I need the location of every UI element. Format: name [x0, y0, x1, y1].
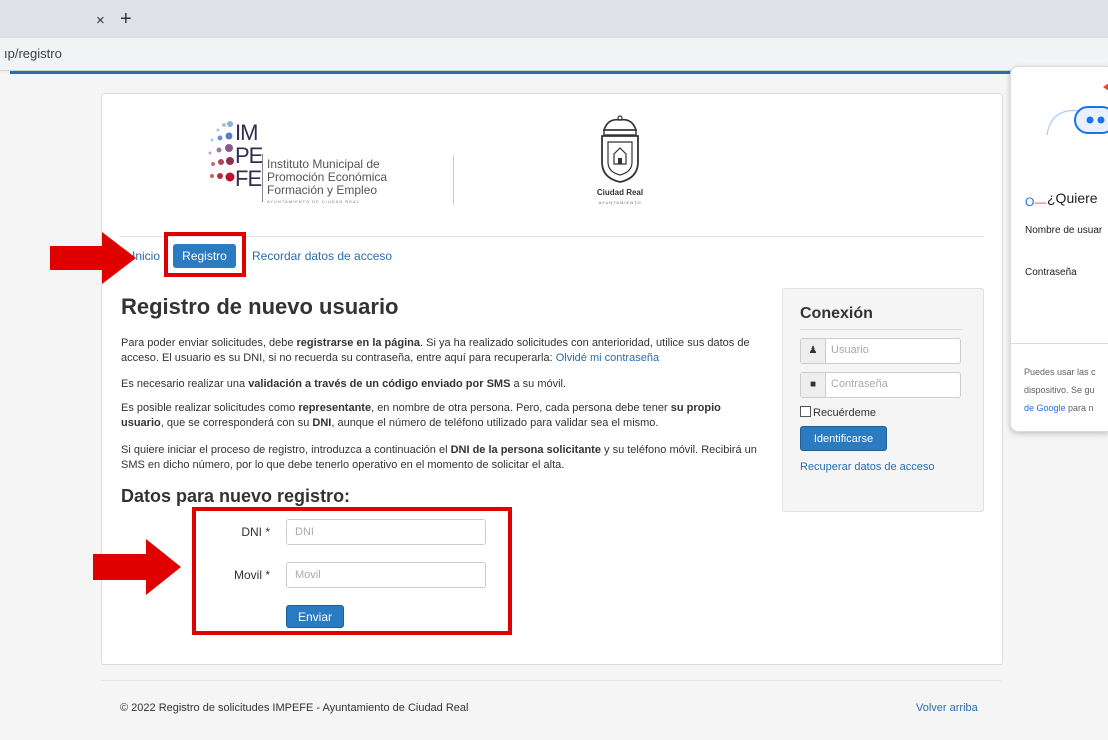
impefe-logo: IM PE FE Instituto Municipal de Promoció… [200, 120, 420, 210]
header-divider [120, 236, 984, 237]
login-password-field[interactable]: ■ Contraseña [800, 372, 961, 398]
form-section-title: Datos para nuevo registro: [121, 486, 351, 506]
lock-icon: ■ [801, 373, 826, 397]
password-illustration-icon [1011, 67, 1108, 197]
popup-footer-text: Puedes usar las c dispositivo. Se gu de … [1024, 367, 1096, 413]
popup-username-label: Nombre de usuar [1025, 225, 1103, 236]
intro-paragraph-4: Si quiere iniciar el proceso de registro… [121, 444, 757, 471]
impefe-line-1: Instituto Municipal de [267, 157, 380, 171]
logo-divider [453, 155, 454, 205]
arrow-right-icon [93, 539, 181, 595]
back-to-top-link[interactable]: Volver arriba [916, 702, 978, 714]
key-icon: O— [1025, 195, 1047, 209]
impefe-sub: AYUNTAMIENTO DE CIUDAD REAL [267, 199, 360, 204]
intro-paragraph-3: Es posible realizar solicitudes como rep… [121, 402, 721, 429]
user-icon: ♟ [801, 339, 826, 363]
arrow-right-icon [50, 232, 136, 284]
popup-password-label: Contraseña [1025, 267, 1077, 278]
new-tab-icon[interactable]: + [120, 8, 132, 31]
nav-recordar-link[interactable]: Recordar datos de acceso [252, 249, 392, 263]
page-title: Registro de nuevo usuario [121, 294, 399, 319]
impefe-letters-3: FE [235, 166, 262, 191]
password-save-popup: O— ¿Quiere Nombre de usuar Contraseña Pu… [1010, 66, 1108, 432]
form-highlight-box [192, 507, 512, 635]
ciudad-real-name: Ciudad Real [596, 188, 644, 197]
ciudad-real-sub: AYUNTAMIENTO [598, 200, 642, 205]
nav-inicio-link[interactable]: Inicio [132, 249, 160, 263]
browser-tabstrip: × + [0, 0, 1108, 38]
recover-access-link[interactable]: Recuperar datos de acceso [800, 461, 935, 473]
login-divider [800, 329, 962, 330]
impefe-line-3: Formación y Empleo [267, 183, 378, 197]
impefe-line-2: Promoción Económica [267, 170, 388, 184]
checkbox-icon[interactable] [800, 406, 811, 417]
google-account-link[interactable]: de Google [1024, 403, 1066, 413]
login-user-field[interactable]: ♟ Usuario [800, 338, 961, 364]
footer-divider [101, 680, 1001, 681]
coat-of-arms-icon [601, 115, 639, 183]
ciudad-real-logo: Ciudad Real AYUNTAMIENTO [580, 112, 660, 212]
identificarse-button[interactable]: Identificarse [800, 426, 887, 451]
forgot-password-link[interactable]: Olvidé mi contraseña [556, 352, 659, 364]
remember-me-label: Recuérdeme [813, 407, 876, 419]
url-text[interactable]: ıp/registro [4, 46, 62, 61]
popup-divider [1011, 343, 1108, 344]
address-bar[interactable]: ıp/registro [0, 38, 1108, 71]
login-panel: Conexión ♟ Usuario ■ Contraseña Recuérde… [782, 288, 984, 512]
impefe-logo-rule [262, 154, 263, 202]
intro-paragraph-2: Es necesario realizar una validación a t… [121, 378, 567, 390]
registro-highlight-box [164, 232, 246, 277]
login-user-placeholder: Usuario [831, 344, 869, 356]
tab-close-icon[interactable]: × [96, 12, 105, 29]
remember-me-checkbox[interactable]: Recuérdeme [800, 406, 876, 419]
footer-copyright: © 2022 Registro de solicitudes IMPEFE - … [120, 702, 469, 714]
login-title: Conexión [800, 305, 873, 322]
intro-paragraph-1: Para poder enviar solicitudes, debe regi… [121, 337, 750, 364]
login-password-placeholder: Contraseña [831, 378, 888, 390]
popup-title: ¿Quiere [1047, 190, 1098, 206]
impefe-dots-icon [208, 121, 235, 182]
